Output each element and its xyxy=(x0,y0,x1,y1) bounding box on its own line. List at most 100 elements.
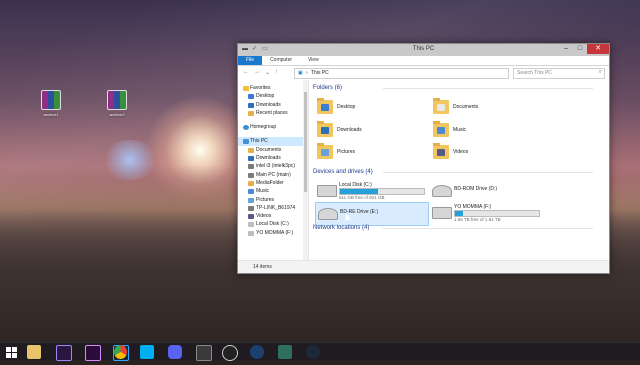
folder-icon xyxy=(433,98,449,114)
tab-view[interactable]: View xyxy=(300,56,327,65)
nav-label: This PC xyxy=(250,138,268,145)
nav-label: TP-LINK_B61974 xyxy=(256,204,296,211)
folder-label: Desktop xyxy=(337,104,356,110)
nav-item-videos[interactable]: Videos xyxy=(238,212,308,220)
address-input[interactable]: ▣ › This PC xyxy=(294,68,509,79)
file-explorer-icon[interactable] xyxy=(27,345,41,359)
drive-free-space: 511 GB free of 931 GB xyxy=(339,195,385,200)
item-count: 14 items xyxy=(253,264,272,270)
pictures-icon xyxy=(248,197,254,203)
folder-documents[interactable]: Documents xyxy=(433,98,543,118)
folder-label: Music xyxy=(453,127,467,133)
nav-item-music[interactable]: Music xyxy=(238,187,308,195)
nav-item-tplink[interactable]: TP-LINK_B61974 xyxy=(238,204,308,212)
breadcrumb-this-pc[interactable]: This PC xyxy=(311,70,329,76)
drive-bd-rom-d[interactable]: BD-ROM Drive (D:) xyxy=(430,180,542,202)
nav-label: Favorites xyxy=(250,85,271,91)
minimize-button[interactable]: – xyxy=(559,44,573,54)
winrar-icon xyxy=(107,90,127,110)
nav-label: Documents xyxy=(256,146,282,153)
drive-usage-bar xyxy=(339,188,425,195)
nav-label: YO MOMMA (F:) xyxy=(256,229,294,236)
premiere-pro-icon[interactable] xyxy=(85,345,101,361)
ribbon-tabs: File Computer View xyxy=(238,56,609,66)
nav-item-downloads-pc[interactable]: Downloads xyxy=(238,154,308,162)
folders-group-header[interactable]: Folders (6) xyxy=(313,85,594,91)
nav-label: Videos xyxy=(256,213,272,220)
nav-favorites[interactable]: Favorites xyxy=(238,84,308,92)
chrome-icon[interactable] xyxy=(114,345,127,359)
nav-label: intel i3 (intelk3pc) xyxy=(256,163,295,170)
nav-this-pc[interactable]: This PC xyxy=(238,137,308,146)
folder-icon xyxy=(317,121,333,137)
nav-item-local-disk[interactable]: Local Disk (C:) xyxy=(238,220,308,228)
hard-drive-icon xyxy=(317,185,337,197)
explorer-window: ▬ ✓ ▭ This PC – □ ✕ File Computer View ←… xyxy=(237,43,610,274)
nav-item-desktop[interactable]: Desktop xyxy=(238,92,308,100)
documents-icon xyxy=(248,147,254,153)
folder-icon xyxy=(317,98,333,114)
folder-pictures[interactable]: Pictures xyxy=(317,143,427,163)
search-icon[interactable]: ⌕ xyxy=(599,69,602,76)
desktop-icon xyxy=(248,94,254,100)
nav-label: Homegroup xyxy=(250,124,277,131)
steam-icon[interactable] xyxy=(306,345,320,359)
window-title: This PC xyxy=(412,46,435,52)
drive-free-space: 1.65 TB free of 1.81 TB xyxy=(454,217,501,222)
drive-label: BD-ROM Drive (D:) xyxy=(454,186,498,192)
status-bar: 14 items xyxy=(238,260,609,273)
settings-icon[interactable] xyxy=(278,345,292,359)
close-button[interactable]: ✕ xyxy=(587,44,609,54)
folder-downloads[interactable]: Downloads xyxy=(317,121,427,141)
downloads-icon xyxy=(248,102,254,108)
forward-arrow-icon[interactable]: → xyxy=(254,69,260,76)
start-button[interactable] xyxy=(4,345,18,359)
counter-icon[interactable] xyxy=(196,345,212,361)
drives-group-header[interactable]: Devices and drives (4) xyxy=(313,169,592,175)
taskbar xyxy=(0,342,640,361)
nav-label: Desktop xyxy=(256,93,275,100)
nav-item-recent[interactable]: Recent places xyxy=(238,109,308,117)
drive-yo-momma-f[interactable]: YO MOMMA (F:) 1.65 TB free of 1.81 TB xyxy=(430,202,542,224)
tab-file[interactable]: File xyxy=(238,56,263,65)
up-arrow-icon[interactable]: ↑ xyxy=(275,69,278,76)
navigation-pane: Favorites Desktop Downloads Recent place… xyxy=(238,80,309,261)
nav-label: Downloads xyxy=(256,155,281,162)
network-group-header[interactable]: Network locations (4) xyxy=(313,225,595,231)
title-bar[interactable]: ▬ ✓ ▭ This PC – □ ✕ xyxy=(238,44,609,56)
desktop-icon-label: archive2 xyxy=(109,112,125,117)
back-arrow-icon[interactable]: ← xyxy=(243,69,249,76)
recent-chevron-icon[interactable]: ⌄ xyxy=(265,69,270,76)
search-input[interactable]: Search This PC ⌕ xyxy=(513,68,605,79)
folder-label: Downloads xyxy=(337,127,362,133)
nav-item-mediafolder[interactable]: MediaFolder xyxy=(238,179,308,187)
globe-icon[interactable] xyxy=(250,345,264,359)
computer-icon xyxy=(243,139,249,145)
nav-scrollbar[interactable] xyxy=(303,80,308,261)
winrar-icon xyxy=(41,90,61,110)
nav-homegroup[interactable]: Homegroup xyxy=(238,123,308,131)
after-effects-icon[interactable] xyxy=(56,345,72,361)
optical-drive-icon xyxy=(318,208,338,220)
desktop-icon-archive1[interactable]: archive1 xyxy=(29,90,73,117)
desktop-icon-archive2[interactable]: archive2 xyxy=(95,90,139,117)
nav-item-intel[interactable]: intel i3 (intelk3pc) xyxy=(238,162,308,170)
nav-item-mainpc[interactable]: Main PC (main) xyxy=(238,171,308,179)
folder-videos[interactable]: Videos xyxy=(433,143,543,163)
hard-drive-icon xyxy=(432,207,452,219)
tab-computer[interactable]: Computer xyxy=(262,56,300,65)
folder-desktop[interactable]: Desktop xyxy=(317,98,427,118)
folder-music[interactable]: Music xyxy=(433,121,543,141)
drive-bd-re-e[interactable]: BD-RE Drive (E:) xyxy=(315,202,429,226)
nav-item-documents[interactable]: Documents xyxy=(238,146,308,154)
maximize-button[interactable]: □ xyxy=(573,44,587,54)
drive-local-disk-c[interactable]: Local Disk (C:) 511 GB free of 931 GB xyxy=(315,180,427,202)
nav-item-yomomma[interactable]: YO MOMMA (F:) xyxy=(238,229,308,237)
drive-usage-fill xyxy=(455,211,463,216)
skype-icon[interactable] xyxy=(140,345,154,359)
homegroup-icon xyxy=(243,125,249,131)
discord-icon[interactable] xyxy=(168,345,182,359)
nav-item-downloads[interactable]: Downloads xyxy=(238,101,308,109)
nav-item-pictures[interactable]: Pictures xyxy=(238,196,308,204)
obs-icon[interactable] xyxy=(222,345,238,361)
